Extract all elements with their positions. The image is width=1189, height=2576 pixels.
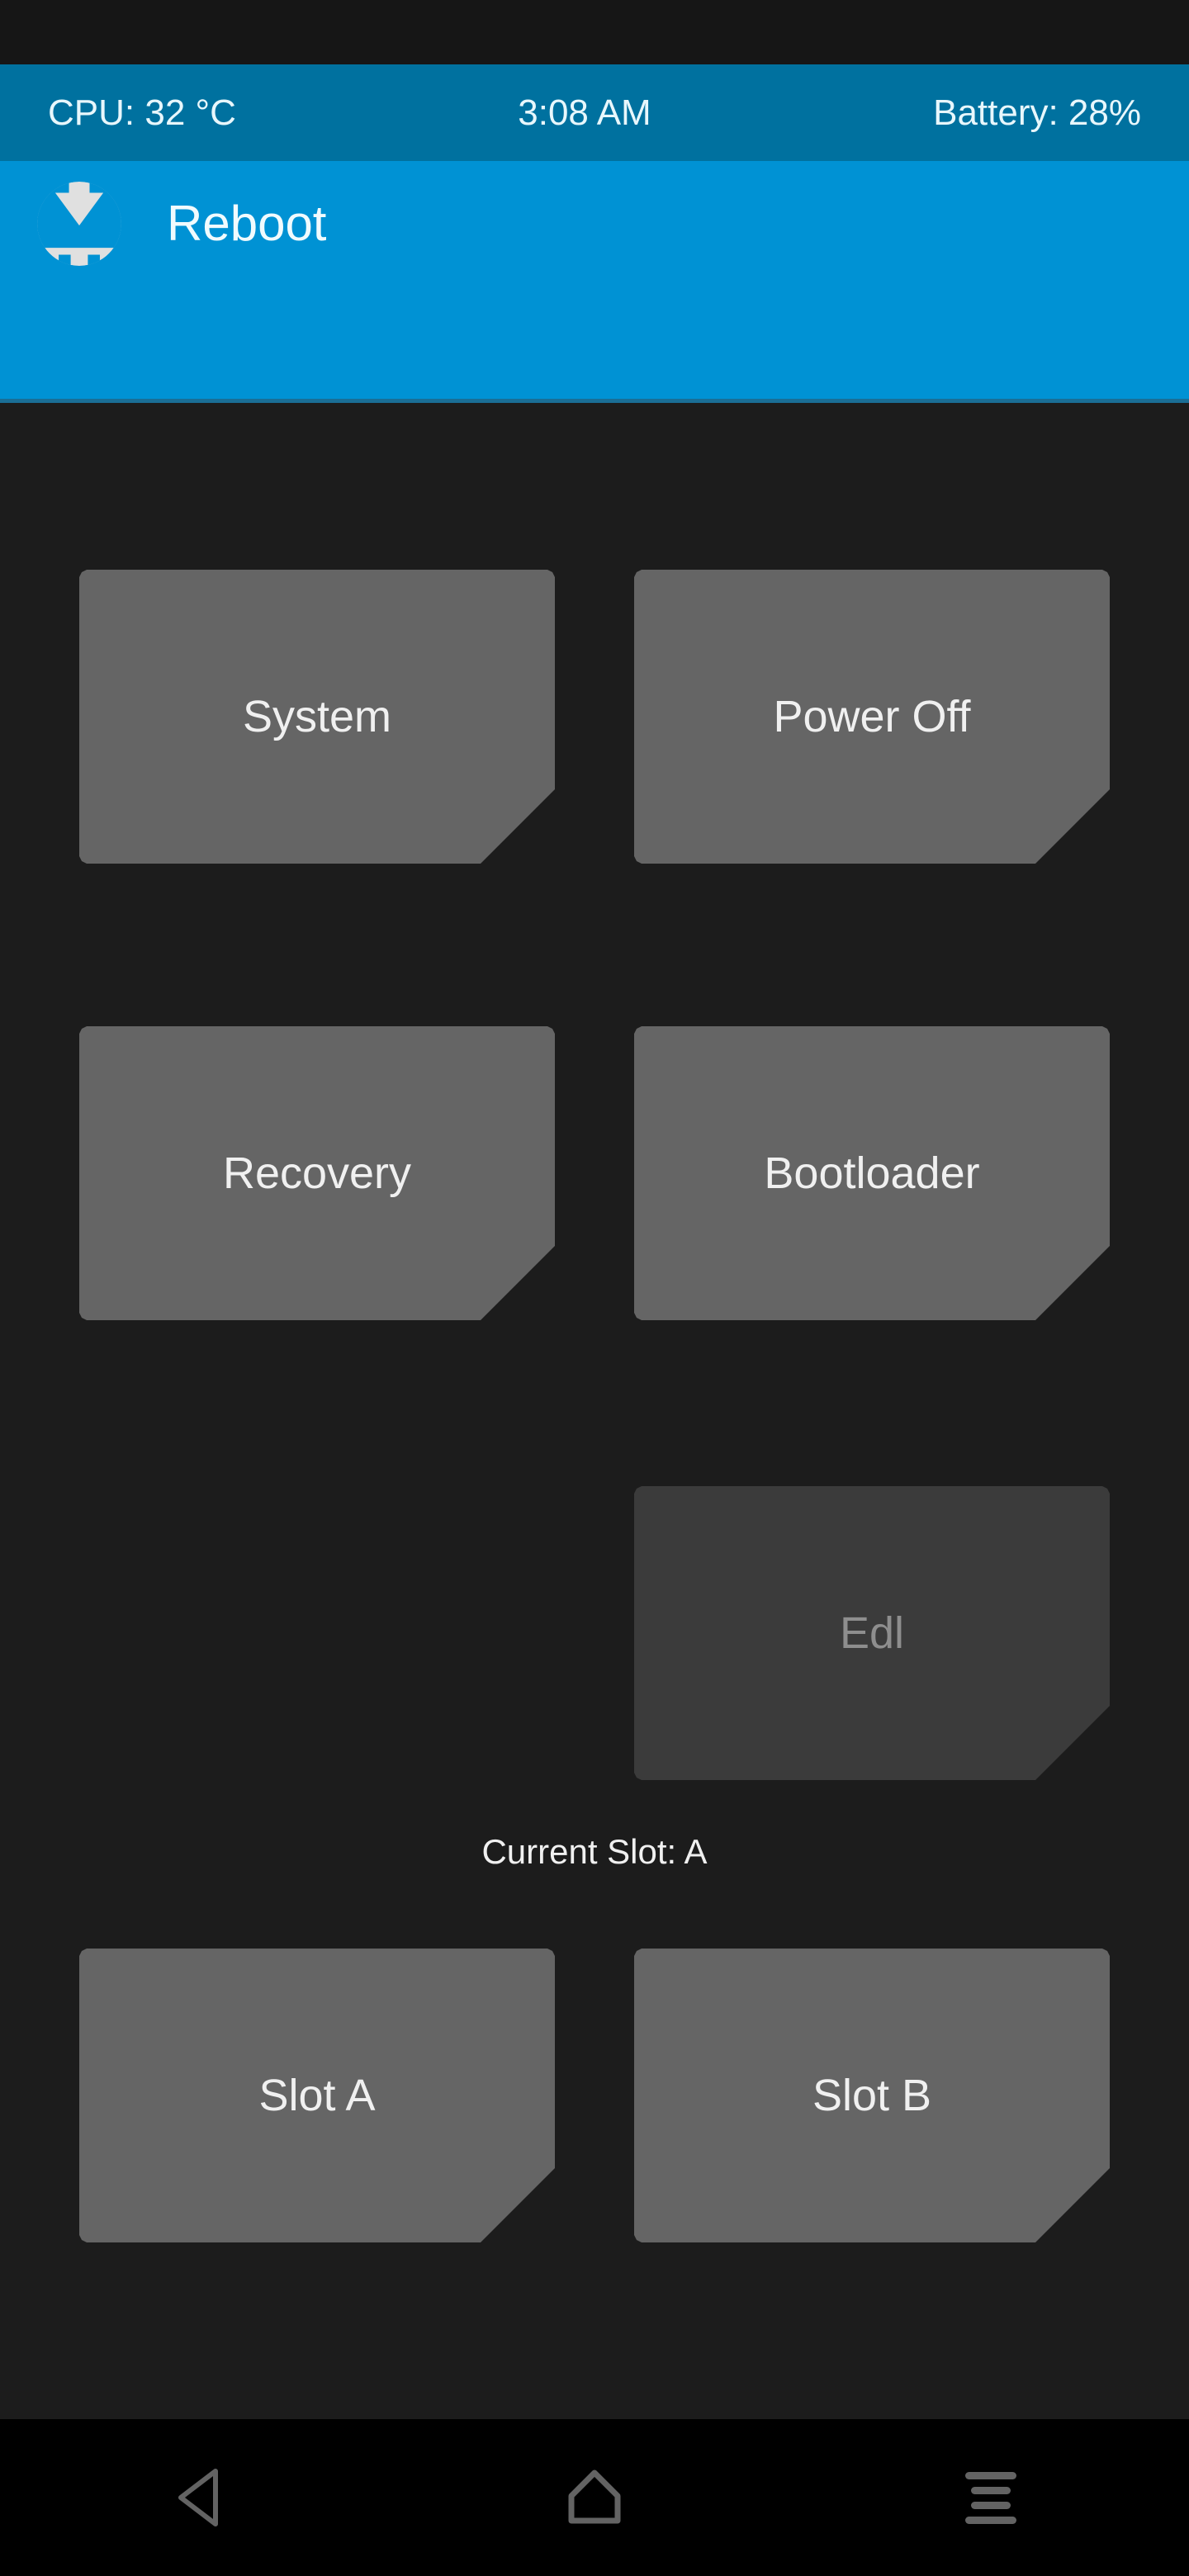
button-label: Slot B (812, 2071, 932, 2120)
cpu-temperature-label: CPU: 32 °C (48, 92, 236, 133)
slot-a-button[interactable]: Slot A (79, 1949, 555, 2242)
twrp-recovery-screen: CPU: 32 °C 3:08 AM Battery: 28% Reboot S… (0, 0, 1189, 2576)
reboot-system-button[interactable]: System (79, 570, 555, 864)
reboot-recovery-button[interactable]: Recovery (79, 1026, 555, 1320)
reboot-bootloader-button[interactable]: Bootloader (634, 1026, 1110, 1320)
power-off-button[interactable]: Power Off (634, 570, 1110, 864)
button-label: Slot A (258, 2071, 376, 2120)
nav-home-button[interactable] (396, 2419, 793, 2576)
twrp-logo-icon (36, 181, 122, 267)
home-icon (565, 2468, 624, 2527)
clock-label: 3:08 AM (518, 92, 651, 133)
button-label: Edl (839, 1608, 905, 1658)
nav-recents-button[interactable] (793, 2419, 1189, 2576)
button-label: Power Off (773, 692, 971, 741)
button-label: Recovery (222, 1148, 412, 1198)
page-title: Reboot (167, 196, 327, 251)
current-slot-label: Current Slot: A (481, 1832, 708, 1871)
android-navigation-bar (0, 2419, 1189, 2576)
button-label: Bootloader (764, 1148, 980, 1198)
top-notch-strip (0, 0, 1189, 64)
menu-bars-icon (965, 2471, 1016, 2524)
page-header: Reboot (0, 161, 1189, 399)
reboot-edl-button: Edl (634, 1486, 1110, 1780)
status-bar: CPU: 32 °C 3:08 AM Battery: 28% (0, 64, 1189, 161)
button-label: System (242, 692, 392, 741)
nav-back-button[interactable] (0, 2419, 396, 2576)
battery-level-label: Battery: 28% (933, 92, 1141, 133)
slot-b-button[interactable]: Slot B (634, 1949, 1110, 2242)
back-triangle-icon (169, 2466, 227, 2529)
